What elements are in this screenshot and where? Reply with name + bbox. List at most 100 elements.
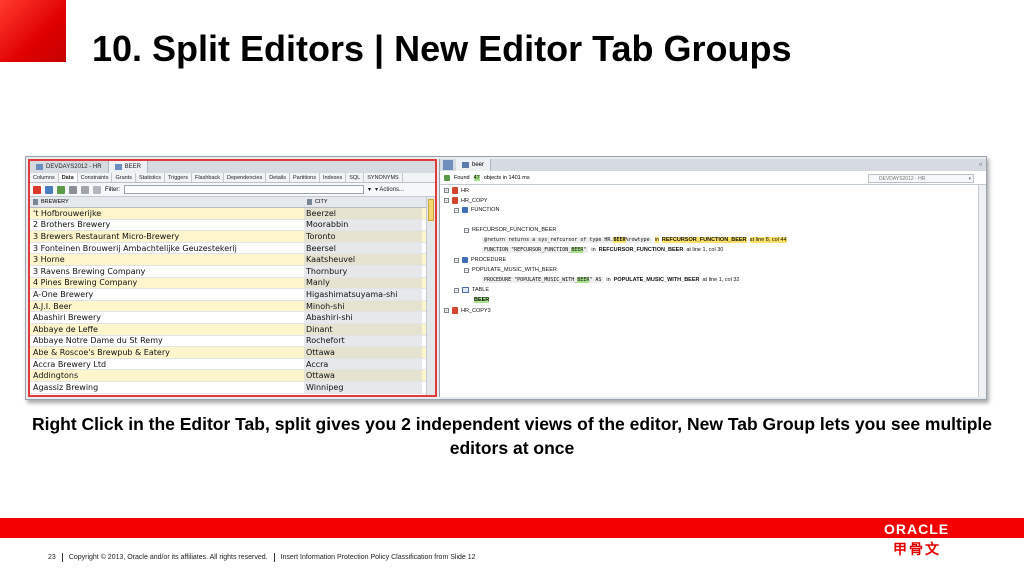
cell-city[interactable]: Accra — [304, 358, 422, 370]
cell-city[interactable]: Dinant — [304, 323, 422, 335]
cell-brewery[interactable]: A.J.I. Beer — [30, 302, 304, 311]
table-row[interactable]: Abashiri Brewery Abashiri-shi — [30, 312, 435, 324]
sort-icon[interactable] — [93, 185, 101, 194]
collapse-icon[interactable]: − — [454, 257, 459, 263]
collapse-icon[interactable]: − — [454, 207, 459, 213]
tree-vertical-scrollbar[interactable] — [978, 185, 986, 397]
cell-city[interactable]: Kaatsheuvel — [304, 254, 422, 265]
table-row[interactable]: 3 Fonteinen Brouwerij Ambachtelijke Geuz… — [30, 242, 435, 255]
search-hit-line-3[interactable]: PROCEDURE "POPULATE_MUSIC_WITH_BEER" AS … — [482, 277, 739, 283]
cell-brewery[interactable]: Abashiri Brewery — [30, 313, 304, 322]
search-hit-line-2[interactable]: FUNCTION "REFCURSOR_FUNCTION_BEER" in RE… — [482, 247, 723, 253]
cell-brewery[interactable]: 3 Fonteinen Brouwerij Ambachtelijke Geuz… — [30, 244, 304, 253]
sub-tab-flashback[interactable]: Flashback — [192, 173, 225, 182]
sub-tab-partitions[interactable]: Partitions — [290, 173, 320, 182]
actions-menu[interactable]: ▾ Actions... — [375, 186, 404, 193]
grid-vertical-scrollbar[interactable] — [426, 197, 435, 395]
cell-city[interactable]: Beersel — [304, 242, 422, 254]
table-row[interactable]: A-One Brewery Higashimatsuyama-shi — [30, 289, 435, 301]
cell-brewery[interactable]: 4 Pines Brewing Company — [30, 278, 304, 287]
table-row[interactable]: Abe & Roscoe's Brewpub & Eatery Ottawa — [30, 347, 435, 359]
cell-brewery[interactable]: Abe & Roscoe's Brewpub & Eatery — [30, 348, 304, 357]
cell-brewery[interactable]: Agassiz Brewing — [30, 383, 304, 392]
sub-tab-dependencies[interactable]: Dependencies — [224, 173, 267, 182]
maximize-icon[interactable]: ▫ — [979, 160, 982, 169]
cell-brewery[interactable]: 2 Brothers Brewery — [30, 220, 304, 229]
cell-city[interactable]: Ottawa — [304, 347, 422, 358]
table-row[interactable]: Abbaye Notre Dame du St Remy Rochefort — [30, 335, 435, 348]
rollback-icon[interactable] — [81, 185, 89, 194]
tree-node-hr[interactable]: + HR — [444, 187, 469, 194]
collapse-icon[interactable]: − — [464, 267, 469, 273]
doc-tab-search-beer[interactable]: beer — [456, 159, 492, 171]
sub-tab-synonyms[interactable]: SYNONYMS — [364, 173, 403, 182]
cell-city[interactable]: Ottawa — [304, 370, 422, 381]
cell-city[interactable]: Manly — [304, 277, 422, 289]
table-row[interactable]: 4 Pines Brewing Company Manly — [30, 277, 435, 290]
sub-tab-sql[interactable]: SQL — [346, 173, 365, 182]
cell-city[interactable]: Toronto — [304, 231, 422, 242]
cell-city[interactable]: Winnipeg — [304, 381, 422, 393]
table-row[interactable]: 3 Horne Kaatsheuvel — [30, 254, 435, 266]
table-row[interactable]: Addingtons Ottawa — [30, 370, 435, 382]
collapse-icon[interactable]: − — [444, 198, 449, 203]
table-row[interactable]: 3 Brewers Restaurant Micro-Brewery Toront… — [30, 231, 435, 243]
tree-node-procedure[interactable]: − PROCEDURE — [454, 257, 506, 263]
expand-icon[interactable]: + — [444, 308, 449, 313]
table-row[interactable]: 't Hofbrouwerijke Beerzel — [30, 208, 435, 220]
column-header-city[interactable]: CITY — [304, 199, 422, 205]
search-hit-line-1[interactable]: @return returns a sys_refcursor of type … — [482, 237, 787, 243]
collapse-icon[interactable]: − — [464, 227, 469, 233]
cell-brewery[interactable]: 3 Horne — [30, 255, 304, 264]
sub-tab-indexes[interactable]: Indexes — [320, 173, 347, 182]
cell-brewery[interactable]: Abbaye Notre Dame du St Remy — [30, 336, 304, 345]
commit-icon[interactable] — [57, 185, 65, 194]
connection-select[interactable]: DEVDAYS2012 - HR ▾ — [868, 174, 974, 183]
column-header-brewery[interactable]: BREWERY — [30, 199, 304, 205]
pin-icon[interactable] — [33, 185, 41, 194]
table-row[interactable]: 3 Ravens Brewing Company Thornbury — [30, 265, 435, 278]
cell-brewery[interactable]: Addingtons — [30, 371, 304, 380]
cell-city[interactable]: Beerzel — [304, 208, 422, 219]
collapse-icon[interactable]: − — [454, 287, 459, 293]
cell-city[interactable]: Minoh-shi — [304, 300, 422, 312]
table-row[interactable]: Abbaye de Leffe Dinant — [30, 323, 435, 336]
filter-input[interactable] — [124, 185, 364, 194]
table-row[interactable]: Accra Brewery Ltd Accra — [30, 358, 435, 371]
cell-city[interactable]: Rochefort — [304, 335, 422, 347]
sub-tab-statistics[interactable]: Statistics — [136, 173, 165, 182]
cell-city[interactable]: Thornbury — [304, 265, 422, 277]
table-row[interactable]: A.J.I. Beer Minoh-shi — [30, 300, 435, 313]
table-row[interactable]: Agassiz Brewing Winnipeg — [30, 381, 435, 394]
tree-node-hr-copy[interactable]: − HR_COPY — [444, 197, 488, 204]
cell-city[interactable]: Higashimatsuyama-shi — [304, 289, 422, 300]
cell-brewery[interactable]: Abbaye de Leffe — [30, 325, 304, 334]
cell-brewery[interactable]: A-One Brewery — [30, 290, 304, 299]
sub-tab-data[interactable]: Data — [58, 173, 78, 182]
expand-icon[interactable]: + — [444, 188, 449, 193]
insert-row-icon[interactable] — [45, 185, 53, 194]
tree-node-beer[interactable]: BEER — [474, 297, 490, 303]
sub-tab-columns[interactable]: Columns — [30, 173, 59, 182]
cell-brewery[interactable]: 3 Ravens Brewing Company — [30, 267, 304, 276]
tree-node-populate-music-with-beer[interactable]: − POPULATE_MUSIC_WITH_BEER — [464, 267, 557, 273]
cell-brewery[interactable]: 't Hofbrouwerijke — [30, 209, 304, 218]
scrollbar-thumb[interactable] — [428, 199, 434, 221]
sub-tab-triggers[interactable]: Triggers — [165, 173, 192, 182]
cell-city[interactable]: Abashiri-shi — [304, 312, 422, 323]
tree-node-function[interactable]: − FUNCTION — [454, 207, 499, 213]
doc-tab-beer[interactable]: BEER — [108, 161, 148, 173]
delete-row-icon[interactable] — [69, 185, 77, 194]
cell-city[interactable]: Moorabbin — [304, 219, 422, 231]
tree-node-table[interactable]: − TABLE — [454, 287, 489, 293]
sub-tab-details[interactable]: Details — [266, 173, 291, 182]
tree-node-refcursor-function-beer[interactable]: − REFCURSOR_FUNCTION_BEER — [464, 227, 556, 233]
cell-brewery[interactable]: 3 Brewers Restaurant Micro-Brewery — [30, 232, 304, 241]
cell-brewery[interactable]: Accra Brewery Ltd — [30, 360, 304, 369]
filter-dropdown-chevron-icon[interactable]: ▾ — [368, 186, 371, 193]
doc-tab-connection[interactable]: DEVDAYS2012 - HR — [30, 161, 109, 173]
table-row[interactable]: 2 Brothers Brewery Moorabbin — [30, 219, 435, 232]
tree-node-hr-copy3[interactable]: + HR_COPY3 — [444, 307, 491, 314]
sub-tab-constraints[interactable]: Constraints — [78, 173, 113, 182]
refresh-icon[interactable] — [444, 174, 450, 181]
